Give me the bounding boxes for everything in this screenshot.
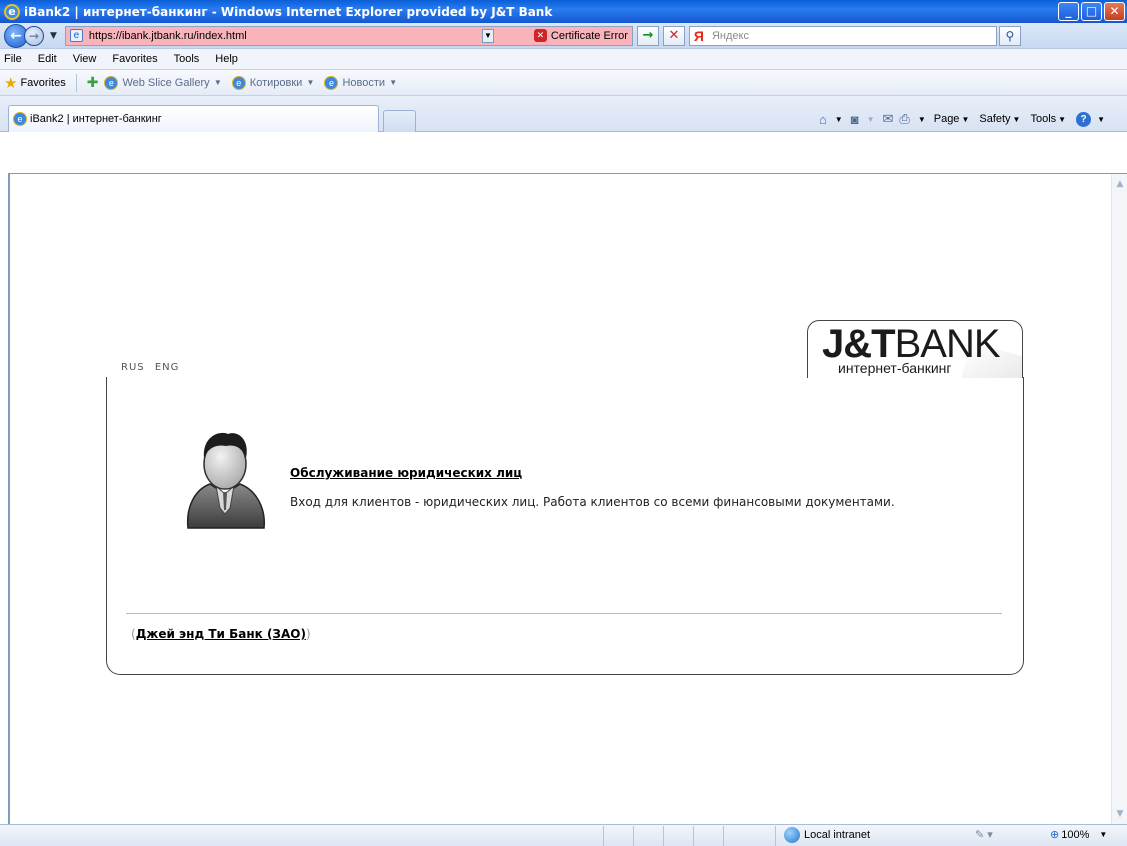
close-button[interactable]: ✕ <box>1104 2 1125 21</box>
status-cell <box>634 825 664 846</box>
vertical-scrollbar[interactable]: ▲ ▼ <box>1111 174 1127 824</box>
title-bar: e iBank2 | интернет-банкинг - Windows In… <box>0 0 1127 23</box>
logo-subtitle: интернет-банкинг <box>838 360 952 376</box>
menu-view[interactable]: View <box>73 53 97 65</box>
bank-footer: (Джей энд Ти Банк (ЗАО)) <box>131 627 311 641</box>
favorites-star-icon[interactable]: ★ <box>4 74 17 92</box>
window-title: iBank2 | интернет-банкинг - Windows Inte… <box>24 4 553 19</box>
fav-kotirovki[interactable]: e Котировки ▼ <box>231 75 314 90</box>
address-bar[interactable]: e https://ibank.jtbank.ru/index.html ▼ ✕… <box>64 25 633 46</box>
window-controls: _ □ ✕ <box>1058 2 1125 21</box>
favorites-button[interactable]: Favorites <box>20 77 65 89</box>
lang-eng-link[interactable]: ENG <box>155 362 180 373</box>
search-input[interactable]: Я Яндекс <box>688 25 997 46</box>
service-description: Вход для клиентов - юридических лиц. Раб… <box>290 495 895 509</box>
security-zone[interactable]: Local intranet <box>784 827 870 843</box>
fav-novosti[interactable]: e Новости ▼ <box>324 75 397 90</box>
favorites-bar: ★ Favorites ✚ e Web Slice Gallery ▼ e Ко… <box>0 70 1127 96</box>
tab-row: e iBank2 | интернет-банкинг ⌂ ▼ ◙ ▼ ✉ ⎙ ▼ P… <box>0 96 1127 132</box>
zoom-icon: ⊕ <box>1050 829 1060 841</box>
ie-page-icon: e <box>324 75 339 90</box>
stop-button[interactable]: ✕ <box>662 25 685 46</box>
zoom-level: 100% <box>1061 828 1090 841</box>
mail-icon[interactable]: ✉ <box>883 111 894 127</box>
yandex-logo-icon: Я <box>693 27 704 44</box>
safety-menu-label: Safety <box>979 113 1011 125</box>
shield-error-icon: ✕ <box>533 29 547 42</box>
status-cell <box>694 825 724 846</box>
new-tab-button[interactable] <box>383 110 416 132</box>
menu-help[interactable]: Help <box>215 53 238 65</box>
forward-button[interactable]: → <box>24 25 44 46</box>
footer-paren-close: ) <box>305 627 311 641</box>
certificate-error-button[interactable]: ✕ Certificate Error <box>533 28 628 44</box>
menu-bar: File Edit View Favorites Tools Help <box>0 49 1127 70</box>
search-placeholder: Яндекс <box>711 29 749 42</box>
url-text[interactable]: https://ibank.jtbank.ru/index.html <box>89 30 247 42</box>
ie-page-icon: e <box>13 112 27 126</box>
tools-menu-button[interactable]: Tools ▼ <box>1030 113 1066 125</box>
zone-label: Local intranet <box>804 829 871 841</box>
legal-entity-avatar-icon <box>186 432 265 529</box>
page-menu-button[interactable]: Page ▼ <box>934 113 970 125</box>
fav-label: Web Slice Gallery <box>122 76 210 89</box>
menu-favorites[interactable]: Favorites <box>112 53 157 65</box>
status-text-cell <box>0 825 604 846</box>
ie-page-icon: e <box>104 75 119 90</box>
menu-file[interactable]: File <box>4 53 22 65</box>
certificate-error-label: Certificate Error <box>550 29 628 42</box>
history-dropdown-icon[interactable]: ▼ <box>50 31 57 41</box>
add-favorite-icon[interactable]: ✚ <box>87 74 99 91</box>
zoom-control[interactable]: ⊕ 100% ▼ <box>1050 828 1107 842</box>
home-icon[interactable]: ⌂ <box>819 112 827 127</box>
bank-home-link[interactable]: Джей энд Ти Банк (ЗАО) <box>136 627 306 641</box>
separator <box>75 73 77 92</box>
fav-label: Котировки <box>249 76 303 89</box>
protected-mode-icon[interactable]: ✎ ▾ <box>975 828 993 841</box>
url-dropdown-icon[interactable]: ▼ <box>481 28 494 43</box>
menu-edit[interactable]: Edit <box>38 53 57 65</box>
maximize-button[interactable]: □ <box>1081 2 1102 21</box>
help-icon[interactable]: ? <box>1076 111 1092 127</box>
menu-tools[interactable]: Tools <box>174 53 200 65</box>
panel-divider <box>126 613 1002 614</box>
fav-web-slice-gallery[interactable]: e Web Slice Gallery ▼ <box>104 75 222 90</box>
page-icon: e <box>69 29 83 42</box>
ie-logo-icon: e <box>4 3 20 20</box>
intranet-globe-icon <box>784 827 800 843</box>
tab-ibank2[interactable]: e iBank2 | интернет-банкинг <box>8 105 379 132</box>
minimize-button[interactable]: _ <box>1058 2 1079 21</box>
fav-label: Новости <box>342 76 386 89</box>
logo-text: J&TBANK <box>822 324 1001 364</box>
safety-menu-button[interactable]: Safety ▼ <box>979 113 1020 125</box>
status-cell <box>724 825 776 846</box>
lang-rus-link[interactable]: RUS <box>121 362 145 373</box>
address-toolbar: ← → ▼ e https://ibank.jtbank.ru/index.ht… <box>0 23 1127 49</box>
tab-title: iBank2 | интернет-банкинг <box>30 113 162 125</box>
page-menu-label: Page <box>933 113 960 125</box>
feeds-icon[interactable]: ◙ <box>851 112 859 127</box>
command-bar: ⌂ ▼ ◙ ▼ ✉ ⎙ ▼ Page ▼ Safety ▼ Tools ▼ ? ▼ <box>818 111 1105 127</box>
scroll-down-icon[interactable]: ▼ <box>1112 806 1127 822</box>
language-switcher: RUS ENG <box>121 362 185 373</box>
legal-entities-service-link[interactable]: Обслуживание юридических лиц <box>290 466 522 480</box>
ie-page-icon: e <box>231 75 246 90</box>
status-cell <box>664 825 694 846</box>
status-bar: Local intranet ✎ ▾ ⊕ 100% ▼ <box>0 824 1127 846</box>
bank-logo: J&TBANK интернет-банкинг <box>807 320 1023 378</box>
go-button[interactable]: → <box>636 25 659 46</box>
print-icon[interactable]: ⎙ <box>899 111 909 127</box>
search-button[interactable]: ⚲ <box>998 25 1021 46</box>
tools-menu-label: Tools <box>1030 113 1057 125</box>
status-cell <box>604 825 634 846</box>
scroll-up-icon[interactable]: ▲ <box>1112 176 1127 192</box>
